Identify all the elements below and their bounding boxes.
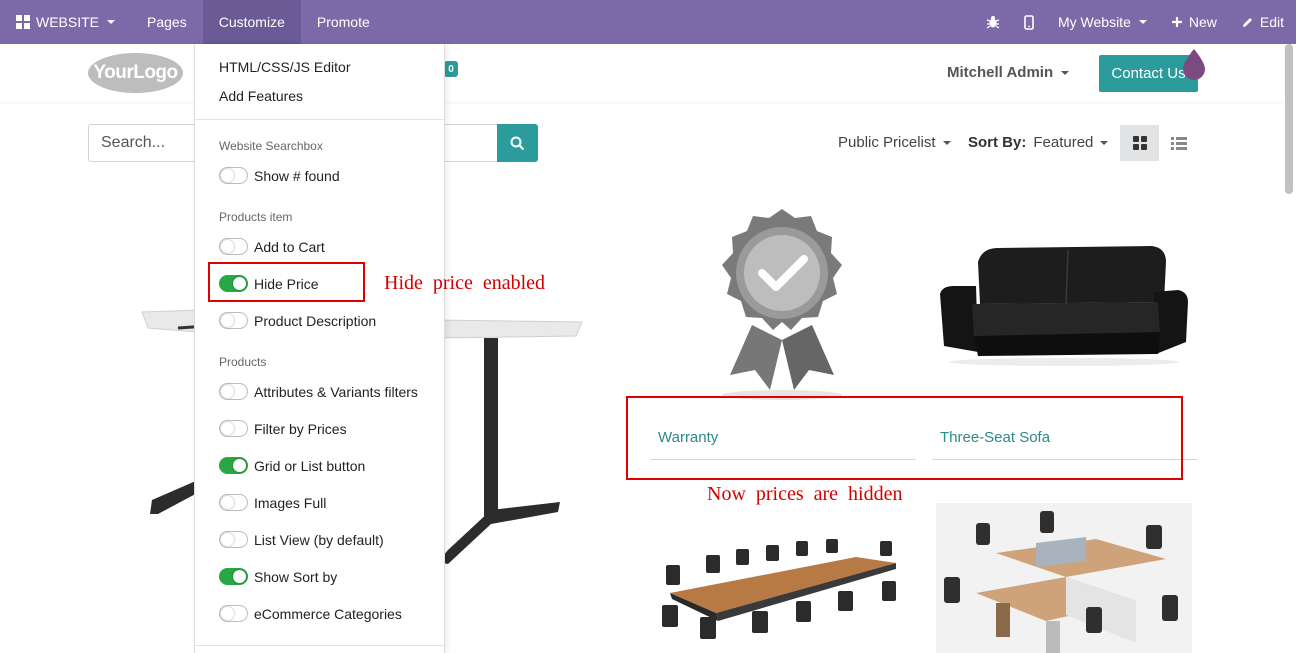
user-menu[interactable]: Mitchell Admin <box>947 64 1070 81</box>
option-label: Add to Cart <box>254 238 325 255</box>
apps-icon <box>16 15 30 29</box>
toggle-switch[interactable] <box>219 605 248 622</box>
list-icon <box>1170 136 1187 150</box>
mobile-preview-button[interactable] <box>1012 0 1046 44</box>
option-product-description[interactable]: Product Description <box>219 312 376 329</box>
toggle-switch[interactable] <box>219 420 248 437</box>
option-label: eCommerce Categories <box>254 605 402 622</box>
customize-dropdown: HTML/CSS/JS Editor Add Features Website … <box>194 44 445 653</box>
toggle-switch[interactable] <box>219 383 248 400</box>
pencil-icon <box>1242 17 1252 27</box>
search-button[interactable] <box>497 124 538 162</box>
my-website-menu[interactable]: My Website <box>1046 0 1159 44</box>
toggle-switch[interactable] <box>219 312 248 329</box>
list-view-button[interactable] <box>1159 125 1198 161</box>
annotation-hide-price-note: Hide price enabled <box>384 272 546 294</box>
toggle-switch[interactable] <box>219 494 248 511</box>
option-label: Attributes & Variants filters <box>254 383 418 400</box>
html-css-js-editor-link[interactable]: HTML/CSS/JS Editor <box>219 59 350 75</box>
caret-down-icon <box>942 140 951 145</box>
plus-icon <box>1171 17 1182 27</box>
option-list-view-default[interactable]: List View (by default) <box>219 531 384 548</box>
website-menu-label: WEBSITE <box>36 14 100 30</box>
edit-button[interactable]: Edit <box>1229 0 1296 44</box>
option-filter-by-prices[interactable]: Filter by Prices <box>219 420 347 437</box>
option-label: Images Full <box>254 494 327 511</box>
option-label: Product Description <box>254 312 377 329</box>
site-logo[interactable]: YourLogo <box>88 53 183 93</box>
option-label: Grid or List button <box>254 457 366 474</box>
toggle-switch[interactable] <box>219 167 248 184</box>
pages-menu[interactable]: Pages <box>131 0 203 44</box>
annotation-box-products <box>626 396 1183 480</box>
conference-table-product-image[interactable] <box>656 535 914 647</box>
sort-prefix: Sort By: <box>968 134 1027 151</box>
cart-count-badge[interactable]: 0 <box>444 61 458 77</box>
pricelist-label: Public Pricelist <box>838 134 936 151</box>
edit-label: Edit <box>1259 14 1284 30</box>
caret-down-icon <box>1138 20 1147 24</box>
sofa-product-image[interactable] <box>938 242 1190 368</box>
site-header: YourLogo 0 Mitchell Admin Contact Us <box>0 44 1284 102</box>
new-button[interactable]: New <box>1159 0 1229 44</box>
annotation-box-hide-price <box>208 262 365 302</box>
my-website-label: My Website <box>1057 14 1131 30</box>
caret-down-icon <box>107 20 116 24</box>
admin-topbar: WEBSITE Pages Customize Promote My Websi… <box>0 0 1296 44</box>
customize-menu[interactable]: Customize <box>202 0 301 44</box>
section-title-searchbox: Website Searchbox <box>219 139 323 153</box>
website-menu[interactable]: WEBSITE <box>0 0 131 44</box>
new-label: New <box>1188 14 1217 30</box>
toggle-switch[interactable] <box>219 531 248 548</box>
caret-down-icon <box>1100 140 1109 145</box>
option-add-to-cart[interactable]: Add to Cart <box>219 238 325 255</box>
sort-by-dropdown[interactable]: Sort By: Featured <box>968 134 1109 151</box>
option-ecommerce-categories[interactable]: eCommerce Categories <box>219 605 402 622</box>
add-features-link[interactable]: Add Features <box>219 88 303 104</box>
toggle-switch[interactable] <box>219 568 248 585</box>
option-attributes-filters[interactable]: Attributes & Variants filters <box>219 383 418 400</box>
pricelist-dropdown[interactable]: Public Pricelist <box>838 134 951 151</box>
page-scrollbar[interactable] <box>1285 44 1293 194</box>
option-label: List View (by default) <box>254 531 384 548</box>
menu-divider <box>195 645 444 646</box>
debug-button[interactable] <box>974 0 1012 44</box>
bug-icon <box>986 16 1000 29</box>
option-label: Show # found <box>254 167 340 184</box>
menu-divider <box>195 119 444 120</box>
annotation-prices-hidden-note: Now prices are hidden <box>707 483 903 505</box>
option-label: Show Sort by <box>254 568 338 585</box>
warranty-product-image[interactable] <box>700 205 865 405</box>
mobile-icon <box>1024 14 1034 30</box>
option-label: Filter by Prices <box>254 420 347 437</box>
option-show-found[interactable]: Show # found <box>219 167 340 184</box>
toggle-switch[interactable] <box>219 238 248 255</box>
office-workstation-product-image[interactable] <box>936 503 1192 653</box>
toggle-switch[interactable] <box>219 457 248 474</box>
grid-icon <box>1132 136 1147 150</box>
search-placeholder: Search... <box>101 134 166 151</box>
option-grid-or-list-button[interactable]: Grid or List button <box>219 457 365 474</box>
section-title-products-item: Products item <box>219 210 293 224</box>
section-title-products: Products <box>219 355 267 369</box>
user-name: Mitchell Admin <box>947 64 1054 81</box>
option-images-full[interactable]: Images Full <box>219 494 326 511</box>
grid-view-button[interactable] <box>1120 125 1159 161</box>
caret-down-icon <box>1061 70 1070 75</box>
drop-icon <box>1183 49 1205 80</box>
sort-value: Featured <box>1033 134 1094 151</box>
promote-menu[interactable]: Promote <box>301 0 386 44</box>
option-show-sort-by[interactable]: Show Sort by <box>219 568 337 585</box>
search-icon <box>510 136 525 150</box>
